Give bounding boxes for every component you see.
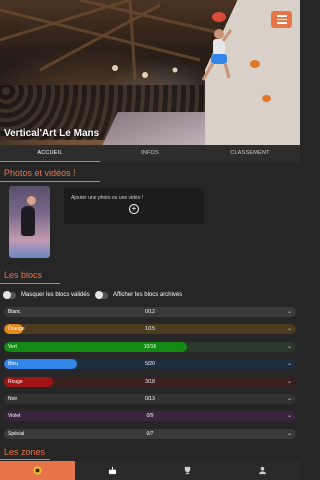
chevron-down-icon: ⌄: [286, 326, 292, 333]
block-count: 10/16: [143, 343, 157, 350]
blocks-section-title: Les blocs: [4, 270, 43, 280]
block-count: 0/9: [146, 413, 154, 420]
block-row-bleu[interactable]: Bleu 5/20 ⌄: [4, 359, 296, 370]
chevron-down-icon: ⌄: [286, 430, 292, 437]
block-count: 0/7: [146, 430, 154, 437]
tab-bar: ACCUEIL INFOS CLASSEMENT: [0, 145, 300, 162]
nav-profile[interactable]: [225, 461, 300, 480]
block-count: 3/18: [145, 378, 155, 385]
tab-classement[interactable]: CLASSEMENT: [200, 145, 300, 162]
cake-icon: [108, 466, 117, 475]
add-media-button[interactable]: Ajouter une photo ou une vidéo ! +: [64, 188, 204, 224]
block-row-spcial[interactable]: Spécial 0/7 ⌄: [4, 428, 296, 439]
climbing-hold: [212, 12, 226, 22]
thumbnail-figure: [21, 206, 35, 236]
menu-button[interactable]: [271, 11, 292, 28]
block-count: 1/15: [145, 326, 155, 333]
chevron-down-icon: ⌄: [286, 343, 292, 350]
media-thumbnail[interactable]: [9, 186, 50, 258]
hamburger-icon: [276, 18, 287, 21]
section-divider: [0, 283, 60, 284]
gym-name: Vertical'Art Le Mans: [4, 128, 100, 139]
filter-toggles: Masquer les blocs validés Afficher les b…: [0, 291, 300, 301]
block-row-rouge[interactable]: Rouge 3/18 ⌄: [4, 376, 296, 387]
block-row-orange[interactable]: Orange 1/15 ⌄: [4, 324, 296, 335]
show-archived-toggle[interactable]: [95, 291, 108, 299]
block-count: 0/13: [145, 396, 155, 402]
profile-icon: [258, 466, 267, 475]
hide-valid-toggle[interactable]: [3, 291, 16, 299]
climber-figure: [201, 29, 233, 81]
block-row-blanc[interactable]: Blanc 0/12 ⌄: [4, 307, 296, 317]
climbing-hold: [262, 95, 271, 102]
zones-section-title: Les zones: [4, 447, 46, 457]
thumbnail-head: [27, 196, 36, 205]
bottom-nav: [0, 461, 300, 480]
hamburger-icon: [276, 22, 287, 24]
trophy-icon: [184, 466, 191, 475]
hamburger-icon: [276, 15, 287, 17]
nav-events[interactable]: [75, 461, 150, 480]
chevron-down-icon: ⌄: [286, 361, 292, 368]
hero-banner: Vertical'Art Le Mans: [0, 0, 300, 145]
climbing-hold: [250, 60, 260, 68]
add-media-label: Ajouter une photo ou une vidéo !: [71, 195, 144, 201]
chevron-down-icon: ⌄: [286, 396, 292, 402]
plus-circle-icon: +: [129, 204, 139, 214]
block-count: 5/20: [145, 361, 155, 368]
block-row-noir[interactable]: Noir 0/13 ⌄: [4, 394, 296, 404]
chevron-down-icon: ⌄: [286, 413, 292, 420]
block-count: 0/12: [145, 309, 155, 315]
section-divider: [0, 459, 50, 460]
tab-accueil[interactable]: ACCUEIL: [0, 145, 100, 162]
block-row-violet[interactable]: Violet 0/9 ⌄: [4, 411, 296, 422]
media-section-title: Photos et vidéos !: [4, 168, 76, 178]
nav-home[interactable]: [0, 461, 75, 480]
chevron-down-icon: ⌄: [286, 378, 292, 385]
chevron-down-icon: ⌄: [286, 309, 292, 315]
nav-ranking[interactable]: [150, 461, 225, 480]
tab-infos[interactable]: INFOS: [100, 145, 200, 162]
section-divider: [0, 181, 100, 182]
show-archived-label: Afficher les blocs archivés: [113, 292, 183, 298]
home-icon: [33, 466, 42, 475]
block-row-vert[interactable]: Vert 10/16 ⌄: [4, 341, 296, 352]
hide-valid-label: Masquer les blocs validés: [21, 292, 90, 298]
